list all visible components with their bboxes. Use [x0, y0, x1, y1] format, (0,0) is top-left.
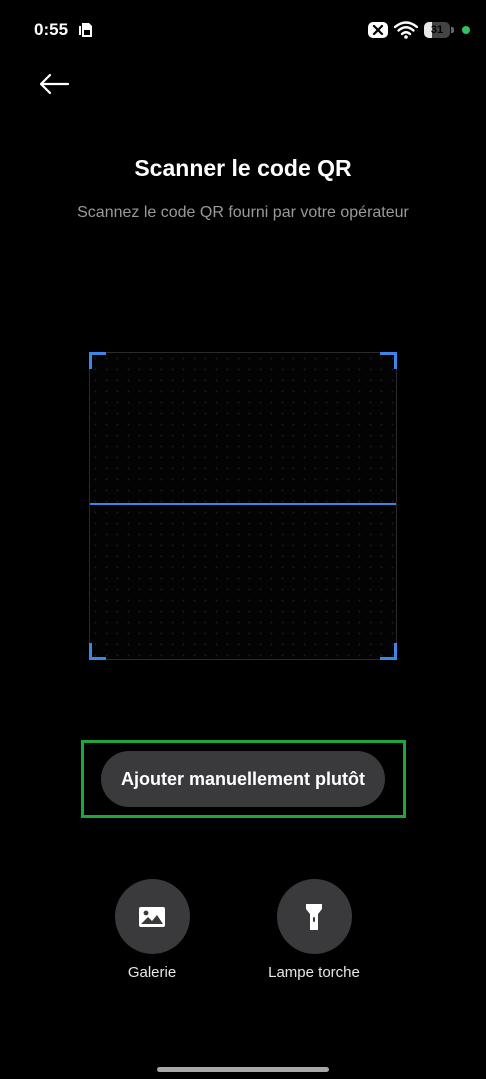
viewfinder-corner-top-left	[89, 352, 106, 369]
add-manually-button[interactable]: Ajouter manuellement plutôt	[101, 751, 385, 807]
viewfinder-corner-bottom-left	[89, 643, 106, 660]
status-bar: 0:55 31	[0, 0, 486, 62]
privacy-dot	[462, 26, 470, 34]
wifi-icon	[394, 21, 418, 39]
scan-line	[90, 503, 396, 505]
viewfinder-corner-top-right	[380, 352, 397, 369]
qr-scanner-viewfinder	[89, 352, 397, 660]
battery-level: 31	[430, 24, 444, 36]
gallery-action: Galerie	[82, 879, 222, 981]
sim-card-icon	[78, 22, 94, 38]
back-button[interactable]	[32, 64, 76, 104]
flashlight-button[interactable]	[276, 879, 352, 954]
flashlight-label: Lampe torche	[268, 964, 360, 981]
status-time: 0:55	[34, 20, 69, 39]
gallery-label: Galerie	[127, 964, 177, 981]
flashlight-action: Lampe torche	[244, 879, 384, 981]
viewfinder-corner-bottom-right	[380, 643, 397, 660]
page-title: Scanner le code QR	[134, 155, 352, 181]
no-data-icon	[368, 22, 388, 38]
status-icons: 31	[368, 20, 470, 40]
image-icon	[139, 906, 165, 927]
gallery-button[interactable]	[114, 879, 190, 954]
home-indicator[interactable]	[157, 1067, 329, 1072]
page-subtitle: Scannez le code QR fourni par votre opér…	[77, 204, 409, 221]
battery-icon: 31	[424, 22, 454, 38]
flashlight-icon	[306, 903, 322, 930]
arrow-left-icon	[39, 73, 70, 95]
